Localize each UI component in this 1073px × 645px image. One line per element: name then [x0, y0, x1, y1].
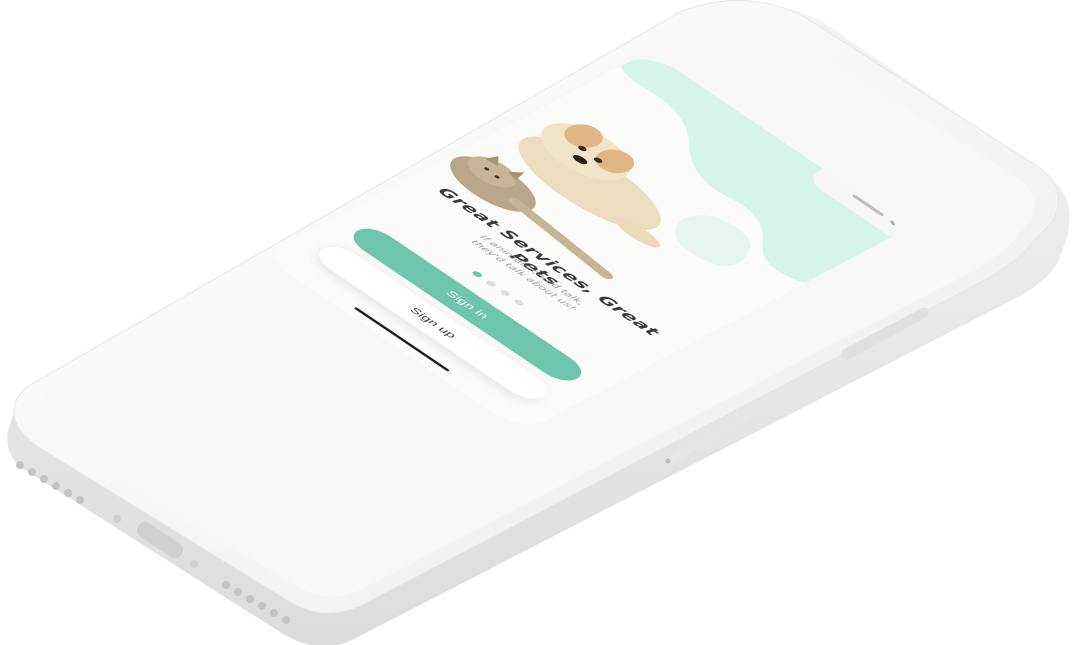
page-dot-1[interactable] — [470, 270, 484, 279]
page-dot-2[interactable] — [484, 279, 498, 288]
decorative-blob — [675, 215, 751, 266]
page-dot-3[interactable] — [498, 289, 512, 297]
sim-tray-pin — [665, 458, 671, 464]
screw-left — [113, 515, 121, 523]
page-dot-4[interactable] — [512, 298, 526, 307]
screw-right — [190, 560, 198, 568]
device-mockup: Great Services, Great Pets If animals co… — [0, 0, 1073, 645]
